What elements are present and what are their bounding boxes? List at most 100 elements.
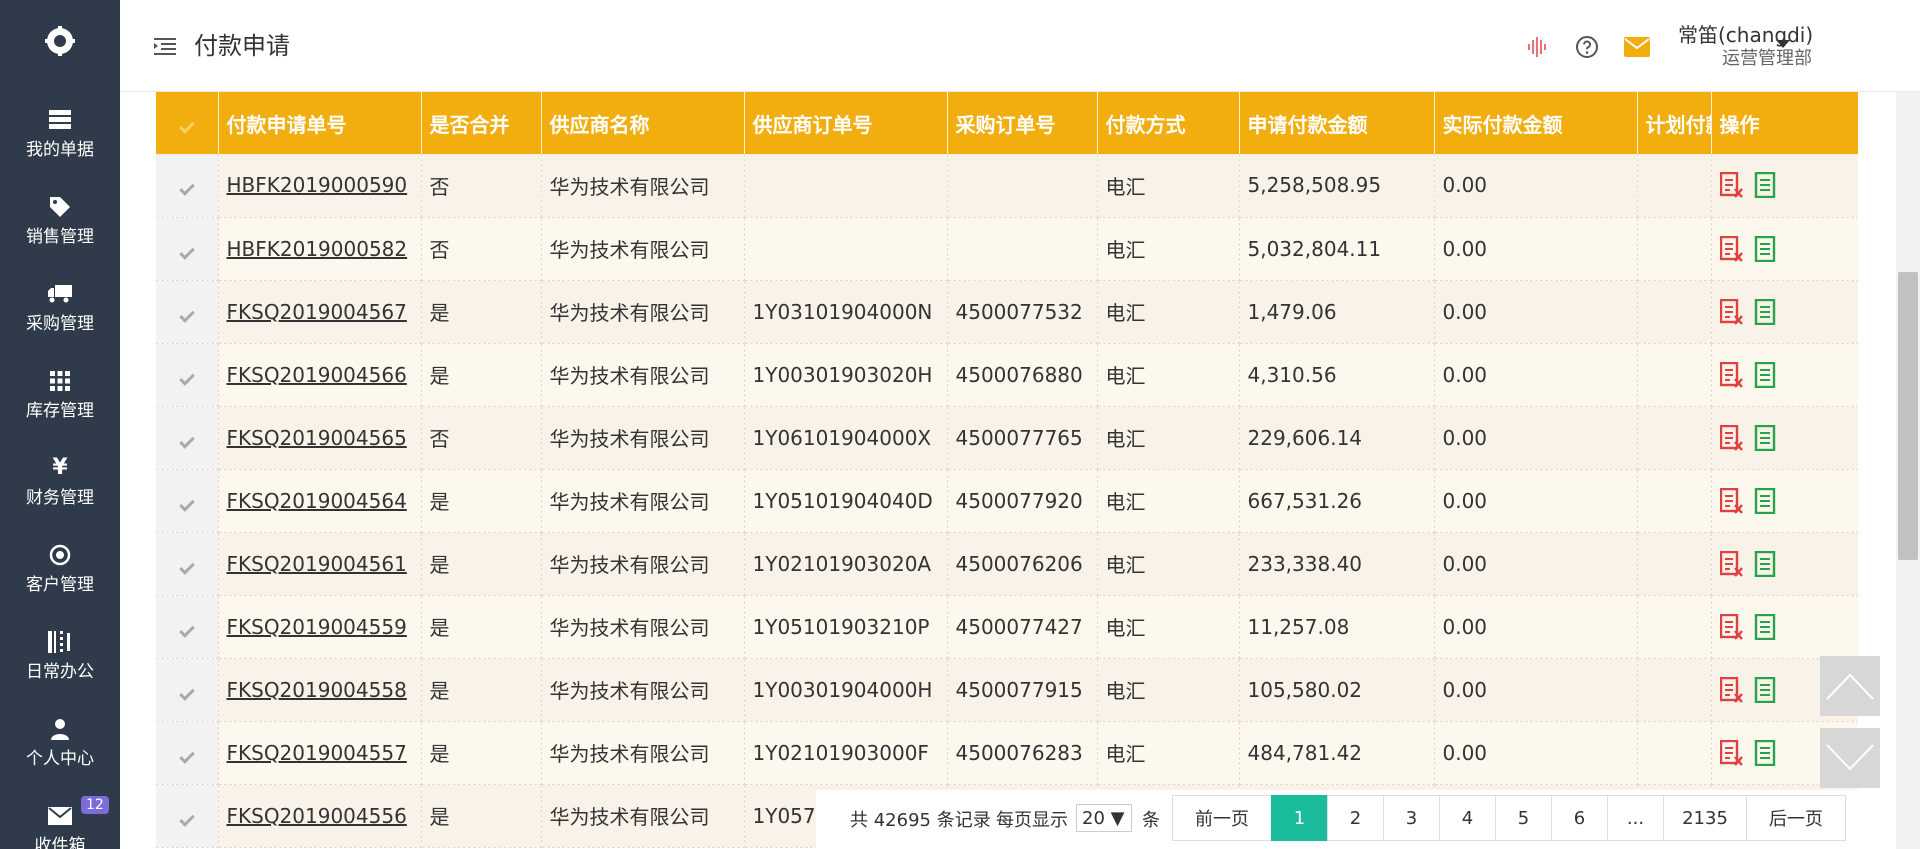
column-header[interactable]: 付款方式: [1097, 92, 1240, 154]
column-header[interactable]: 供应商订单号: [744, 92, 948, 154]
total-records: 共 42695 条记录: [850, 810, 991, 831]
row-checkbox[interactable]: [156, 217, 219, 281]
view-doc-icon[interactable]: [1754, 487, 1776, 514]
row-checkbox[interactable]: [156, 469, 219, 533]
sidebar-item-4[interactable]: 库存管理: [0, 351, 120, 438]
table-row[interactable]: FKSQ2019004561 是华为技术有限公司 1Y02101903020A 450…: [156, 532, 1858, 596]
row-checkbox[interactable]: [156, 721, 219, 785]
delete-doc-icon[interactable]: [1719, 361, 1744, 388]
delete-doc-icon[interactable]: [1719, 424, 1744, 451]
view-doc-icon[interactable]: [1754, 550, 1776, 577]
row-checkbox[interactable]: [156, 532, 219, 596]
request-id-link[interactable]: HBFK2019000582: [227, 237, 408, 261]
cell-merged: 是: [421, 784, 542, 848]
page-title: 付款申请: [194, 32, 290, 60]
delete-doc-icon[interactable]: [1719, 487, 1744, 514]
request-id-link[interactable]: FKSQ2019004566: [227, 363, 407, 387]
request-id-link[interactable]: FKSQ2019004565: [227, 426, 407, 450]
table-row[interactable]: FKSQ2019004567 是华为技术有限公司 1Y03101904000N 450…: [156, 280, 1858, 344]
column-header[interactable]: 付款申请单号: [218, 92, 422, 154]
view-doc-icon[interactable]: [1754, 739, 1776, 766]
view-doc-icon[interactable]: [1754, 424, 1776, 451]
request-id-link[interactable]: FKSQ2019004557: [227, 741, 407, 765]
cell-amount: 4,310.56: [1239, 343, 1435, 407]
row-checkbox[interactable]: [156, 280, 219, 344]
sidebar-item-9[interactable]: 收件箱 12: [0, 786, 120, 849]
column-header[interactable]: 实际付款金额: [1434, 92, 1638, 154]
request-id-link[interactable]: FKSQ2019004564: [227, 489, 407, 513]
page-button[interactable]: 1: [1271, 795, 1328, 841]
sidebar-item-7[interactable]: 日常办公: [0, 612, 120, 699]
table-row[interactable]: HBFK2019000590 否华为技术有限公司 电汇 5,258,508.95 0.0…: [156, 154, 1858, 218]
page-button[interactable]: 5: [1495, 795, 1552, 841]
table-row[interactable]: FKSQ2019004559 是华为技术有限公司 1Y05101903210P 450…: [156, 595, 1858, 659]
delete-doc-icon[interactable]: [1719, 676, 1744, 703]
column-header[interactable]: 是否合并: [421, 92, 542, 154]
cell-actual: 0.00: [1434, 406, 1638, 470]
user-name[interactable]: 常笛(changdi): [1678, 22, 1813, 48]
mail-icon[interactable]: [1624, 34, 1650, 60]
sidebar-item-8[interactable]: 个人中心: [0, 699, 120, 786]
row-checkbox[interactable]: [156, 595, 219, 659]
view-doc-icon[interactable]: [1754, 235, 1776, 262]
delete-doc-icon[interactable]: [1719, 172, 1744, 199]
scrollbar-thumb[interactable]: [1898, 272, 1918, 560]
delete-doc-icon[interactable]: [1719, 550, 1744, 577]
column-header[interactable]: 供应商名称: [541, 92, 745, 154]
row-checkbox[interactable]: [156, 784, 219, 848]
row-checkbox[interactable]: [156, 343, 219, 407]
table-row[interactable]: FKSQ2019004557 是华为技术有限公司 1Y02101903000F 450…: [156, 721, 1858, 785]
sidebar-item-3[interactable]: 采购管理: [0, 264, 120, 351]
per-page-select[interactable]: 20 ▼: [1076, 804, 1132, 832]
cell-supplier-order: 1Y02101903020A: [744, 532, 948, 596]
page-button[interactable]: 3: [1383, 795, 1440, 841]
page-button[interactable]: 6: [1551, 795, 1608, 841]
next-page-button[interactable]: 后一页: [1746, 795, 1846, 841]
request-id-link[interactable]: FKSQ2019004559: [227, 615, 407, 639]
page-button[interactable]: 4: [1439, 795, 1496, 841]
page-button[interactable]: ...: [1607, 795, 1664, 841]
table-row[interactable]: FKSQ2019004564 是华为技术有限公司 1Y05101904040D 450…: [156, 469, 1858, 533]
row-checkbox[interactable]: [156, 406, 219, 470]
sidebar-item-1[interactable]: 我的单据: [0, 90, 120, 177]
scroll-bottom-button[interactable]: [1820, 728, 1880, 788]
table-row[interactable]: HBFK2019000582 否华为技术有限公司 电汇 5,032,804.11 0.0…: [156, 217, 1858, 281]
page-button[interactable]: 2135: [1663, 795, 1747, 841]
menu-toggle-icon[interactable]: [154, 36, 176, 56]
request-id-link[interactable]: FKSQ2019004556: [227, 804, 407, 828]
column-header[interactable]: 计划付款: [1637, 92, 1712, 154]
delete-doc-icon[interactable]: [1719, 739, 1744, 766]
delete-doc-icon[interactable]: [1719, 613, 1744, 640]
page-button[interactable]: 2: [1327, 795, 1384, 841]
delete-doc-icon[interactable]: [1719, 235, 1744, 262]
view-doc-icon[interactable]: [1754, 361, 1776, 388]
cell-actual: 0.00: [1434, 595, 1638, 659]
request-id-link[interactable]: FKSQ2019004567: [227, 300, 407, 324]
row-checkbox[interactable]: [156, 154, 219, 218]
chevron-down-icon[interactable]: [1776, 40, 1790, 48]
request-id-link[interactable]: FKSQ2019004558: [227, 678, 407, 702]
app-logo[interactable]: [0, 0, 120, 82]
sidebar-item-6[interactable]: 客户管理: [0, 525, 120, 612]
table-row[interactable]: FKSQ2019004558 是华为技术有限公司 1Y00301904000H 450…: [156, 658, 1858, 722]
delete-doc-icon[interactable]: [1719, 298, 1744, 325]
view-doc-icon[interactable]: [1754, 298, 1776, 325]
view-doc-icon[interactable]: [1754, 613, 1776, 640]
row-checkbox[interactable]: [156, 658, 219, 722]
cell-supplier: 华为技术有限公司: [541, 406, 745, 470]
table-row[interactable]: FKSQ2019004566 是华为技术有限公司 1Y00301903020H 450…: [156, 343, 1858, 407]
column-header[interactable]: 采购订单号: [947, 92, 1098, 154]
view-doc-icon[interactable]: [1754, 172, 1776, 199]
voice-icon[interactable]: [1524, 34, 1550, 60]
help-icon[interactable]: [1574, 34, 1600, 60]
scroll-top-button[interactable]: [1820, 656, 1880, 716]
select-all-checkbox[interactable]: [156, 92, 219, 154]
request-id-link[interactable]: HBFK2019000590: [227, 173, 408, 197]
view-doc-icon[interactable]: [1754, 676, 1776, 703]
sidebar-item-2[interactable]: 销售管理: [0, 177, 120, 264]
column-header[interactable]: 申请付款金额: [1239, 92, 1435, 154]
table-row[interactable]: FKSQ2019004565 否华为技术有限公司 1Y06101904000X 450…: [156, 406, 1858, 470]
sidebar-item-5[interactable]: ¥ 财务管理: [0, 438, 120, 525]
prev-page-button[interactable]: 前一页: [1172, 795, 1272, 841]
request-id-link[interactable]: FKSQ2019004561: [227, 552, 407, 576]
